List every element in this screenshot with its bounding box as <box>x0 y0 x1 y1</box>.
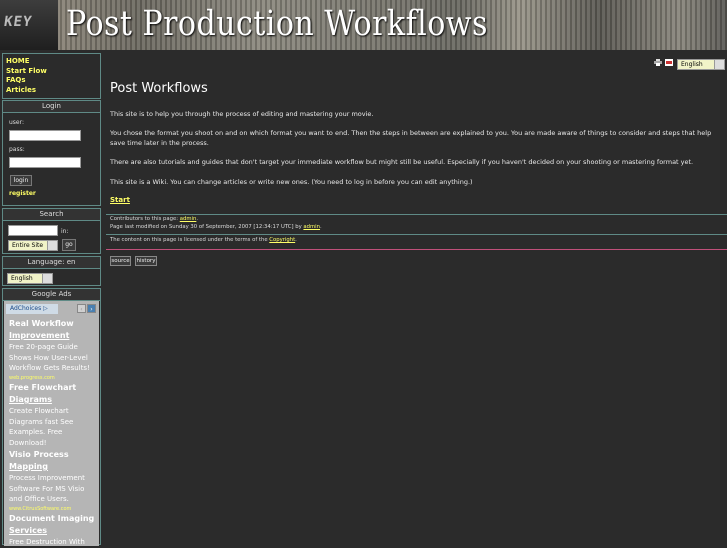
adchoices-label[interactable]: AdChoices ▷ <box>6 304 58 314</box>
ads-panel: AdChoices ▷ ‹ › Real Workflow Improvement… <box>4 301 99 546</box>
sidebar: HOME Start Flow FAQs Articles Login user… <box>0 52 103 546</box>
start-link[interactable]: Start <box>110 196 130 204</box>
search-input[interactable] <box>8 225 58 236</box>
register-link[interactable]: register <box>9 190 36 197</box>
print-icon[interactable] <box>654 59 662 66</box>
page-title: Post Workflows <box>110 81 208 96</box>
ad-body: Process Improvement Software For MS Visi… <box>9 474 85 503</box>
ad-title[interactable]: Real Workflow Improvement <box>9 318 97 342</box>
ad-item[interactable]: Visio Process Mapping Process Improvement… <box>9 449 97 513</box>
nav-item-start-flow[interactable]: Start Flow <box>6 67 100 77</box>
ad-url[interactable]: www.CitrusSoftware.com <box>9 505 97 513</box>
ads-prev-icon[interactable]: ‹ <box>77 304 86 313</box>
ads-title: Google Ads <box>3 289 100 301</box>
page-language-select[interactable]: English <box>677 59 725 70</box>
ad-title[interactable]: Visio Process Mapping <box>9 449 97 473</box>
site-title: Post Production Workflows <box>66 4 488 44</box>
user-label: user: <box>9 119 25 126</box>
tutorials-paragraph: There are also tutorials and guides that… <box>110 158 694 166</box>
ad-title[interactable]: Free Flowchart Diagrams <box>9 382 97 406</box>
ad-item[interactable]: Free Flowchart Diagrams Create Flowchart … <box>9 382 97 448</box>
license-divider <box>106 249 727 250</box>
login-button[interactable]: login <box>10 175 32 186</box>
wiki-paragraph: This site is a Wiki. You can change arti… <box>110 178 473 186</box>
search-title: Search <box>3 209 100 221</box>
source-button[interactable]: source <box>110 256 131 266</box>
last-modified-line: Page last modified on Sunday 30 of Septe… <box>110 224 322 230</box>
modifier-admin-link[interactable]: admin <box>303 224 320 230</box>
ad-body: Create Flowchart Diagrams fast See Examp… <box>9 407 74 447</box>
ad-body: Free Destruction With <box>9 538 85 546</box>
copyright-link[interactable]: Copyright <box>269 237 295 243</box>
nav-menu: HOME Start Flow FAQs Articles <box>2 53 101 99</box>
intro-paragraph: This site is to help you through the pro… <box>110 110 374 118</box>
search-scope-select[interactable]: Entire Site <box>8 240 58 251</box>
nav-item-articles[interactable]: Articles <box>6 86 100 96</box>
nav-item-faqs[interactable]: FAQs <box>6 76 100 86</box>
password-input[interactable] <box>9 157 81 168</box>
ad-item[interactable]: Real Workflow Improvement Free 20-page Gu… <box>9 318 97 382</box>
ad-url[interactable]: web.progress.com <box>9 374 97 382</box>
main-content: English Post Workflows This site is to h… <box>106 52 727 545</box>
contributors-line: Contributors to this page: admin. <box>110 216 199 222</box>
nav-item-home[interactable]: HOME <box>6 57 100 67</box>
user-input[interactable] <box>9 130 81 141</box>
pass-label: pass: <box>9 146 25 153</box>
pdf-icon[interactable] <box>665 59 673 66</box>
search-go-button[interactable]: go <box>62 239 76 251</box>
ads-box: Google Ads AdChoices ▷ ‹ › Real Workflow… <box>2 288 101 546</box>
language-select[interactable]: English <box>7 273 53 284</box>
banner-logo: KEY <box>0 0 58 50</box>
contributor-admin-link[interactable]: admin <box>180 216 197 222</box>
format-paragraph: You chose the format you shoot on and on… <box>110 129 712 147</box>
language-box: Language: en English <box>2 256 101 286</box>
content-divider <box>106 214 727 215</box>
language-title: Language: en <box>3 257 100 269</box>
site-banner: KEY Post Production Workflows <box>0 0 727 50</box>
login-box: Login user: pass: login register <box>2 100 101 206</box>
ad-title[interactable]: Document Imaging Services <box>9 513 97 537</box>
login-title: Login <box>3 101 100 113</box>
ad-body: Free 20-page Guide Shows How User-Level … <box>9 343 90 372</box>
search-box: Search in: Entire Site go <box>2 208 101 254</box>
history-button[interactable]: history <box>135 256 157 266</box>
license-line: The content on this page is licensed und… <box>110 237 297 243</box>
search-in-label: in: <box>61 228 69 235</box>
meta-divider <box>106 234 727 235</box>
ad-item[interactable]: Document Imaging Services Free Destructio… <box>9 513 97 548</box>
ads-next-icon[interactable]: › <box>87 304 96 313</box>
